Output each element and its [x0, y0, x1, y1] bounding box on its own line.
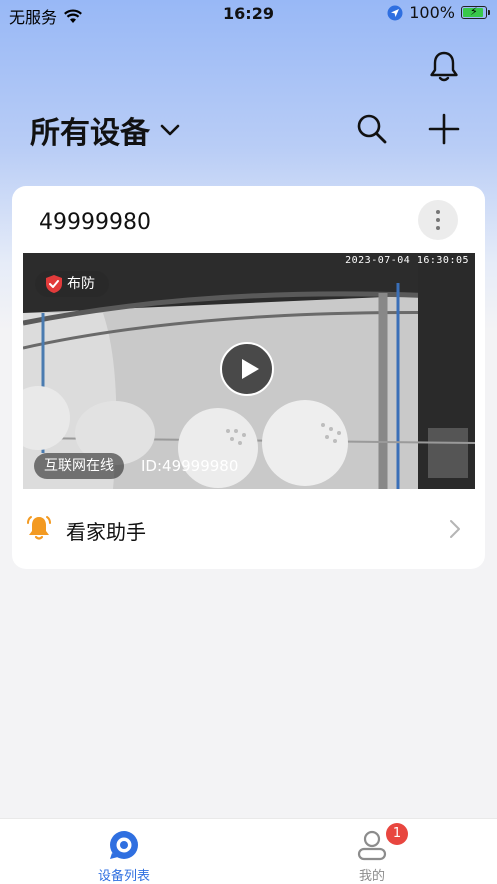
- device-id: ID:49999980: [141, 457, 239, 475]
- search-icon: [357, 114, 387, 144]
- chevron-down-icon: [160, 124, 180, 136]
- plus-icon: [428, 113, 460, 145]
- tab-me-label: 我的: [358, 869, 385, 884]
- device-group-selector[interactable]: 所有设备: [30, 108, 180, 152]
- home-assistant-row[interactable]: 看家助手: [12, 504, 485, 554]
- device-list-icon: [110, 831, 138, 859]
- bell-icon: [430, 51, 458, 82]
- play-icon: [242, 359, 259, 379]
- video-timestamp: 2023-07-04 16:30:05: [345, 255, 469, 266]
- user-profile-icon: [357, 830, 387, 861]
- arm-status-label: 布防: [67, 276, 95, 292]
- status-right: 100% ⚡: [387, 3, 490, 22]
- more-options-button[interactable]: [418, 200, 458, 240]
- connection-status-badge: 互联网在线: [34, 453, 124, 479]
- battery-icon: ⚡: [461, 5, 490, 19]
- search-button[interactable]: [355, 112, 389, 146]
- notification-bell-button[interactable]: [428, 50, 460, 84]
- tab-device-list-label: 设备列表: [97, 869, 150, 884]
- device-card[interactable]: 49999980 2023-07-04 16:30:05 布防 互联网在线 ID…: [12, 186, 485, 569]
- tab-me[interactable]: 1 我的: [248, 819, 496, 884]
- add-device-button[interactable]: [427, 112, 461, 146]
- device-name: 49999980: [39, 210, 151, 235]
- home-assistant-label: 看家助手: [66, 520, 146, 544]
- notification-count-badge: 1: [386, 823, 408, 845]
- battery-percent: 100%: [409, 3, 455, 22]
- page-title: 所有设备: [30, 116, 150, 151]
- bottom-tab-bar: 设备列表 1 我的: [0, 818, 497, 884]
- tab-device-list[interactable]: 设备列表: [0, 819, 248, 884]
- chevron-right-icon: [450, 520, 460, 538]
- alarm-bell-icon: [27, 516, 51, 540]
- shield-check-icon: [46, 275, 62, 293]
- camera-preview[interactable]: 2023-07-04 16:30:05 布防 互联网在线 ID:49999980: [23, 253, 475, 489]
- arm-status-badge: 布防: [35, 271, 109, 297]
- play-button[interactable]: [220, 342, 274, 396]
- location-arrow-icon: [387, 5, 403, 20]
- status-bar: 无服务 16:29 100% ⚡: [0, 0, 497, 30]
